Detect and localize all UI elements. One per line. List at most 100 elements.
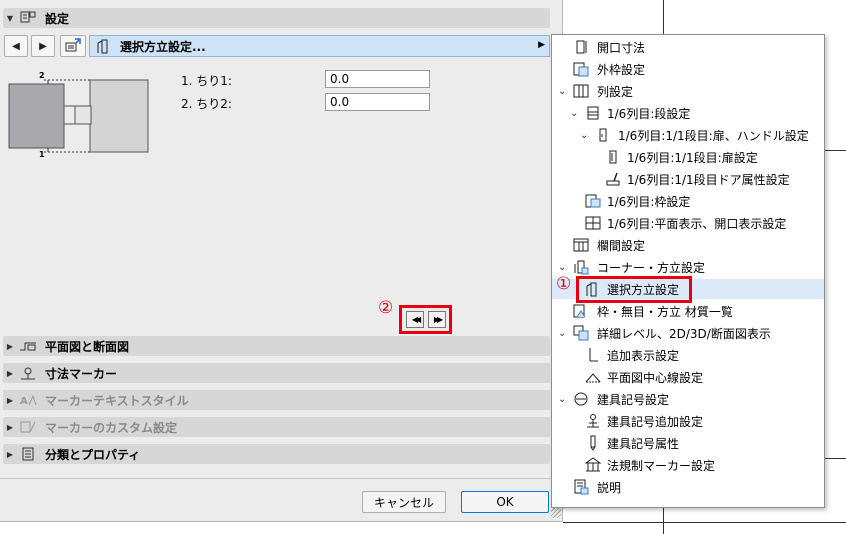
minus-circle-icon [572, 391, 590, 407]
chevron-down-icon: ⌄ [570, 107, 579, 119]
diagram-label-2: 2 [39, 71, 45, 80]
column-icon [572, 83, 590, 99]
plan-grid-icon [584, 215, 602, 231]
panel-marker-custom[interactable]: ▶ マーカーのカスタム設定 [3, 417, 550, 437]
next-button[interactable]: ▶ [31, 35, 55, 57]
pen-icon [584, 435, 602, 451]
menu-item-outer-frame[interactable]: 外枠設定 [552, 59, 824, 79]
menu-item-label: 建具記号追加設定 [607, 414, 704, 429]
menu-item-row[interactable]: ⌄ 1/6列目:段設定 [552, 103, 824, 123]
menu-item-door[interactable]: 1/6列目:1/1段目:扉設定 [552, 147, 824, 167]
corner-mullion-icon [572, 259, 590, 275]
menu-item-label: 説明 [597, 480, 622, 495]
frame-icon [584, 193, 602, 209]
expand-arrow-icon: ▶ [6, 395, 14, 405]
chiri1-input[interactable]: 0.0 [325, 70, 430, 88]
panel-label: 分類とプロパティ [45, 447, 141, 462]
menu-item-label: 枠・無目・方立 材質一覧 [597, 304, 733, 319]
background-line [563, 522, 846, 523]
previous-button[interactable]: ◀ [4, 35, 28, 57]
chevron-down-icon: ⌄ [580, 129, 589, 141]
door-handle-icon [594, 127, 612, 143]
menu-item-materials[interactable]: 枠・無目・方立 材質一覧 [552, 301, 824, 321]
panel-dimension-marker[interactable]: ▶ 寸法マーカー [3, 363, 550, 383]
page-menu: 開口寸法 外枠設定 ⌄ 列設定 ⌄ 1/6列目:段設定 ⌄ 1/6列目:1/1段… [551, 34, 825, 508]
favorites-button[interactable] [60, 35, 86, 57]
menu-item-label: 建具記号属性 [607, 436, 680, 451]
menu-item-centerline[interactable]: 平面図中心線設定 [552, 367, 824, 387]
panel-marker-text-style[interactable]: ▶ A マーカーテキストスタイル [3, 390, 550, 410]
annotation-marker-1: ① [556, 274, 572, 294]
left-arrow-icon: ◀ [12, 40, 20, 52]
menu-item-door-handle[interactable]: ⌄ 1/6列目:1/1段目:扉、ハンドル設定 [552, 125, 824, 145]
menu-item-label: 1/6列目:1/1段目:扉設定 [627, 150, 758, 165]
menu-item-regulation-marker[interactable]: 法規制マーカー設定 [552, 455, 824, 475]
menu-item-label: 追加表示設定 [607, 348, 680, 363]
forward-button[interactable]: ▶▶ [428, 311, 446, 328]
rewind-button[interactable]: ◀◀ [406, 311, 424, 328]
collapse-arrow-icon: ▼ [6, 13, 14, 23]
chevron-down-icon: ⌄ [558, 261, 567, 273]
menu-item-label: 法規制マーカー設定 [607, 458, 716, 473]
menu-item-marker-attributes[interactable]: 建具記号属性 [552, 433, 824, 453]
menu-item-label: 外枠設定 [597, 62, 646, 77]
menu-item-frame[interactable]: 1/6列目:枠設定 [552, 191, 824, 211]
menu-item-label: 列設定 [597, 84, 634, 99]
menu-item-door-attributes[interactable]: 1/6列目:1/1段目ドア属性設定 [552, 169, 824, 189]
menu-item-plan-display[interactable]: 1/6列目:平面表示、開口表示設定 [552, 213, 824, 233]
chiri2-input[interactable]: 0.0 [325, 93, 430, 111]
building-icon [584, 457, 602, 473]
menu-item-label: コーナー・方立設定 [597, 260, 706, 275]
annotation-marker-2: ② [378, 298, 394, 318]
custom-marker-icon [17, 419, 39, 435]
background-line [825, 150, 846, 151]
chevron-down-icon: ⌄ [558, 85, 567, 97]
section-title: 設定 [45, 11, 70, 26]
panel-plan-section[interactable]: ▶ 平面図と断面図 [3, 336, 550, 356]
diagram-label-1: 1 [39, 150, 45, 159]
menu-item-label: 開口寸法 [597, 40, 646, 55]
menu-item-opening-dimension[interactable]: 開口寸法 [552, 37, 824, 57]
ok-button[interactable]: OK [461, 491, 549, 513]
page-selector-dropdown[interactable]: 選択方立設定... ▶ [89, 35, 550, 57]
divider [0, 478, 562, 479]
opening-dimension-icon [572, 39, 590, 55]
chiri-diagram [8, 79, 149, 153]
panel-label: 寸法マーカー [45, 366, 118, 381]
cancel-button[interactable]: キャンセル [362, 491, 446, 513]
centerline-icon [584, 369, 602, 385]
menu-item-label: 1/6列目:1/1段目ドア属性設定 [627, 172, 790, 187]
settings-section-header[interactable]: ▼ 設定 [3, 8, 550, 28]
panel-label: マーカーのカスタム設定 [45, 420, 178, 435]
double-left-icon: ◀◀ [411, 315, 421, 324]
menu-item-marker-add[interactable]: 建具記号追加設定 [552, 411, 824, 431]
expand-arrow-icon: ▶ [6, 422, 14, 432]
paint-brush-icon [604, 171, 622, 187]
text-style-icon: A [17, 392, 39, 408]
dimension-marker-icon [17, 365, 39, 381]
detail-level-icon [572, 325, 590, 341]
menu-item-column[interactable]: ⌄ 列設定 [552, 81, 824, 101]
right-arrow-icon: ▶ [39, 40, 47, 52]
row-icon [584, 105, 602, 121]
double-right-icon: ▶▶ [433, 315, 443, 324]
materials-icon [572, 303, 590, 319]
menu-item-detail-level[interactable]: ⌄ 詳細レベル、2D/3D/断面図表示 [552, 323, 824, 343]
menu-item-additional-display[interactable]: 追加表示設定 [552, 345, 824, 365]
field2-label: 2. ちり2: [181, 97, 232, 111]
dropdown-label: 選択方立設定... [120, 39, 206, 54]
menu-item-transom[interactable]: 欄間設定 [552, 235, 824, 255]
door-icon [604, 149, 622, 165]
menu-item-label: 1/6列目:段設定 [607, 106, 691, 121]
menu-item-label: 建具記号設定 [597, 392, 670, 407]
menu-item-corner-mullion[interactable]: ⌄ コーナー・方立設定 [552, 257, 824, 277]
annotation-highlight-1 [576, 276, 692, 303]
marker-add-icon [584, 413, 602, 429]
panel-classification[interactable]: ▶ 分類とプロパティ [3, 444, 550, 464]
menu-item-fitting-marker[interactable]: ⌄ 建具記号設定 [552, 389, 824, 409]
menu-item-description[interactable]: 説明 [552, 477, 824, 497]
menu-item-label: 1/6列目:1/1段目:扉、ハンドル設定 [618, 128, 809, 143]
background-line [663, 0, 664, 34]
resize-grip[interactable] [551, 508, 561, 518]
plan-section-icon [17, 338, 39, 354]
